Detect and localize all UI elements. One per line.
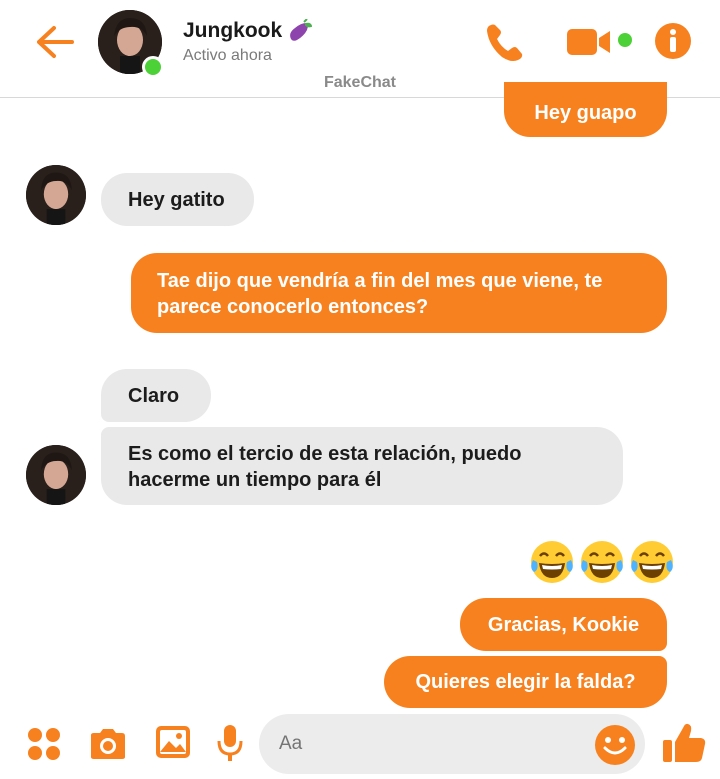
contact-avatar-small[interactable] (26, 445, 86, 505)
phone-icon[interactable] (483, 20, 527, 64)
back-arrow-icon[interactable] (34, 24, 76, 60)
contact-name[interactable]: Jungkook (183, 19, 313, 43)
contact-avatar-small[interactable] (26, 165, 86, 225)
emoji-message[interactable] (528, 538, 678, 590)
thumbs-up-icon[interactable] (661, 720, 707, 766)
microphone-icon[interactable] (216, 723, 244, 763)
outgoing-message[interactable]: Hey guapo (504, 82, 667, 137)
face-with-tears-of-joy-icon (631, 541, 673, 583)
outgoing-message[interactable]: Gracias, Kookie (460, 598, 667, 651)
face-with-tears-of-joy-icon (581, 541, 623, 583)
info-icon[interactable] (654, 22, 692, 60)
eggplant-emoji-icon (290, 19, 313, 41)
incoming-message[interactable]: Claro (101, 369, 211, 422)
outgoing-message[interactable]: Quieres elegir la falda? (384, 656, 667, 708)
contact-status: Activo ahora (183, 47, 272, 64)
grid-dots-icon[interactable] (26, 726, 62, 762)
video-online-dot (618, 33, 632, 47)
video-camera-icon[interactable] (566, 26, 612, 58)
incoming-message[interactable]: Hey gatito (101, 173, 254, 226)
contact-name-text: Jungkook (183, 19, 283, 42)
face-with-tears-of-joy-icon (531, 541, 573, 583)
message-input[interactable] (259, 714, 645, 774)
image-icon[interactable] (154, 724, 192, 760)
smiley-icon[interactable] (593, 723, 637, 767)
camera-icon[interactable] (88, 727, 128, 761)
outgoing-message[interactable]: Tae dijo que vendría a fin del mes que v… (131, 253, 667, 333)
incoming-message[interactable]: Es como el tercio de esta relación, pued… (101, 427, 623, 505)
